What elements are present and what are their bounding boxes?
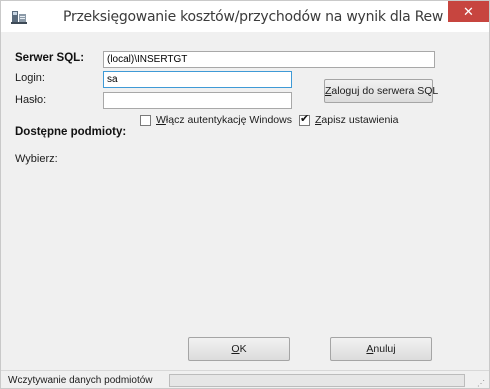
connect-label-suffix: aloguj do serwera SQL [331, 85, 439, 97]
window-title: Przeksięgowanie kosztów/przychodów na wy… [63, 9, 489, 25]
save-settings-label[interactable]: Zapisz ustawienia [315, 114, 398, 126]
resize-grip-icon[interactable]: ⋰ [477, 379, 485, 388]
ok-button[interactable]: OK [188, 337, 290, 361]
windows-auth-accel: W [156, 114, 166, 126]
ok-label-accel: O [231, 343, 240, 355]
connect-sql-button[interactable]: Zaloguj do serwera SQL [324, 79, 438, 103]
dialog-body: Serwer SQL: (local)\INSERTGT Login: sa H… [8, 33, 488, 370]
login-label: Login: [15, 72, 45, 84]
loading-progress-bar [169, 374, 465, 387]
entities-heading: Dostępne podmioty: [15, 126, 127, 138]
app-window-icon [11, 11, 27, 24]
close-icon: ✕ [463, 4, 474, 19]
ok-label-suffix: K [239, 343, 247, 355]
login-window: Przeksięgowanie kosztów/przychodów na wy… [0, 0, 490, 389]
windows-auth-suffix: łącz autentykację Windows [165, 114, 292, 126]
cancel-button[interactable]: Anuluj [330, 337, 432, 361]
save-settings-checkbox[interactable]: ✔ [299, 113, 310, 126]
cancel-label-suffix: nuluj [373, 343, 396, 355]
close-button[interactable]: ✕ [448, 1, 489, 22]
status-text: Wczytywanie danych podmiotów [8, 375, 153, 386]
password-input[interactable] [103, 92, 292, 109]
password-label: Hasło: [15, 94, 47, 106]
windows-auth-label[interactable]: Włącz autentykację Windows [156, 114, 292, 126]
windows-auth-checkbox[interactable] [140, 115, 151, 126]
choose-label: Wybierz: [15, 153, 58, 165]
server-input[interactable]: (local)\INSERTGT [103, 51, 435, 68]
save-settings-suffix: apisz ustawienia [321, 114, 399, 126]
status-bar: Wczytywanie danych podmiotów ⋰ [1, 370, 489, 388]
title-bar[interactable]: Przeksięgowanie kosztów/przychodów na wy… [1, 1, 489, 32]
checkmark-icon: ✔ [300, 113, 310, 125]
login-input[interactable]: sa [103, 71, 292, 88]
server-label: Serwer SQL: [15, 52, 85, 64]
